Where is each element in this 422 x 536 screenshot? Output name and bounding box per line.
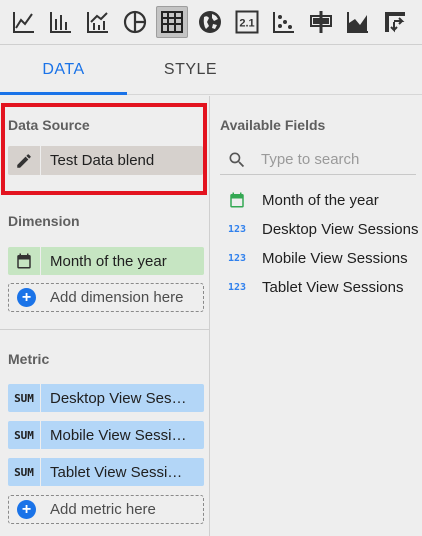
bar-chart-icon[interactable]: [45, 6, 77, 38]
dimension-chip-label: Month of the year: [50, 252, 167, 270]
data-source-name: Test Data blend: [50, 152, 155, 169]
number-type-icon: 123: [220, 282, 254, 293]
time-series-chart-icon[interactable]: [8, 6, 40, 38]
aggregation-tag[interactable]: SUM: [8, 384, 41, 412]
pivot-table-icon[interactable]: [379, 6, 411, 38]
data-source-title: Data Source: [8, 117, 90, 133]
add-metric-label: Add metric here: [50, 501, 156, 518]
available-field-item[interactable]: 123 Mobile View Sessions: [220, 246, 420, 270]
available-field-item[interactable]: 123 Desktop View Sessions: [220, 217, 420, 241]
available-field-item[interactable]: Month of the year: [220, 188, 420, 212]
section-divider: [0, 329, 209, 330]
aggregation-tag[interactable]: SUM: [8, 458, 41, 486]
active-tab-indicator: [0, 92, 127, 95]
plus-icon: +: [17, 288, 36, 307]
area-chart-icon[interactable]: [342, 6, 374, 38]
scorecard-icon[interactable]: 2.1: [231, 6, 263, 38]
add-dimension-button[interactable]: + Add dimension here: [8, 283, 204, 312]
metric-chip-label: Desktop View Ses…: [50, 389, 187, 407]
aggregation-tag[interactable]: SUM: [8, 421, 41, 449]
number-type-label: 123: [227, 223, 247, 235]
data-source-chip[interactable]: Test Data blend: [8, 146, 203, 175]
scatter-chart-icon[interactable]: [268, 6, 300, 38]
metric-chip[interactable]: SUM Desktop View Ses…: [8, 384, 204, 412]
number-type-label: 123: [227, 252, 247, 264]
scorecard-icon-text: 2.1: [239, 18, 254, 30]
chart-type-toolbar: 2.1: [0, 0, 422, 45]
calendar-icon: [220, 191, 254, 209]
field-search: [220, 145, 416, 175]
number-type-icon: 123: [220, 224, 254, 235]
metric-chip[interactable]: SUM Tablet View Sessi…: [8, 458, 204, 486]
add-metric-button[interactable]: + Add metric here: [8, 495, 204, 524]
pencil-icon[interactable]: [8, 146, 41, 175]
available-field-label: Month of the year: [262, 191, 379, 209]
available-fields-title: Available Fields: [220, 117, 326, 133]
bullet-chart-icon[interactable]: [305, 6, 337, 38]
number-type-label: 123: [227, 281, 247, 293]
combo-chart-icon[interactable]: [82, 6, 114, 38]
metric-chip-label: Mobile View Sessi…: [50, 426, 187, 444]
dimension-chip[interactable]: Month of the year: [8, 247, 204, 275]
table-chart-icon[interactable]: [156, 6, 188, 38]
metric-chip-label: Tablet View Sessi…: [50, 463, 183, 481]
tab-data[interactable]: DATA: [0, 45, 127, 95]
add-dimension-label: Add dimension here: [50, 289, 184, 306]
panel-tabs: DATA STYLE: [0, 45, 422, 95]
metric-title: Metric: [8, 351, 50, 367]
geo-map-icon[interactable]: [194, 6, 226, 38]
number-type-icon: 123: [220, 253, 254, 264]
available-field-item[interactable]: 123 Tablet View Sessions: [220, 275, 420, 299]
dimension-title: Dimension: [8, 213, 80, 229]
search-input[interactable]: [261, 151, 411, 168]
tab-style[interactable]: STYLE: [127, 45, 254, 95]
available-field-label: Mobile View Sessions: [262, 249, 408, 267]
pie-chart-icon[interactable]: [119, 6, 151, 38]
plus-icon: +: [17, 500, 36, 519]
metric-chip[interactable]: SUM Mobile View Sessi…: [8, 421, 204, 449]
available-field-label: Desktop View Sessions: [262, 220, 419, 238]
calendar-icon: [8, 247, 41, 275]
available-field-label: Tablet View Sessions: [262, 278, 404, 296]
search-icon: [229, 152, 245, 167]
